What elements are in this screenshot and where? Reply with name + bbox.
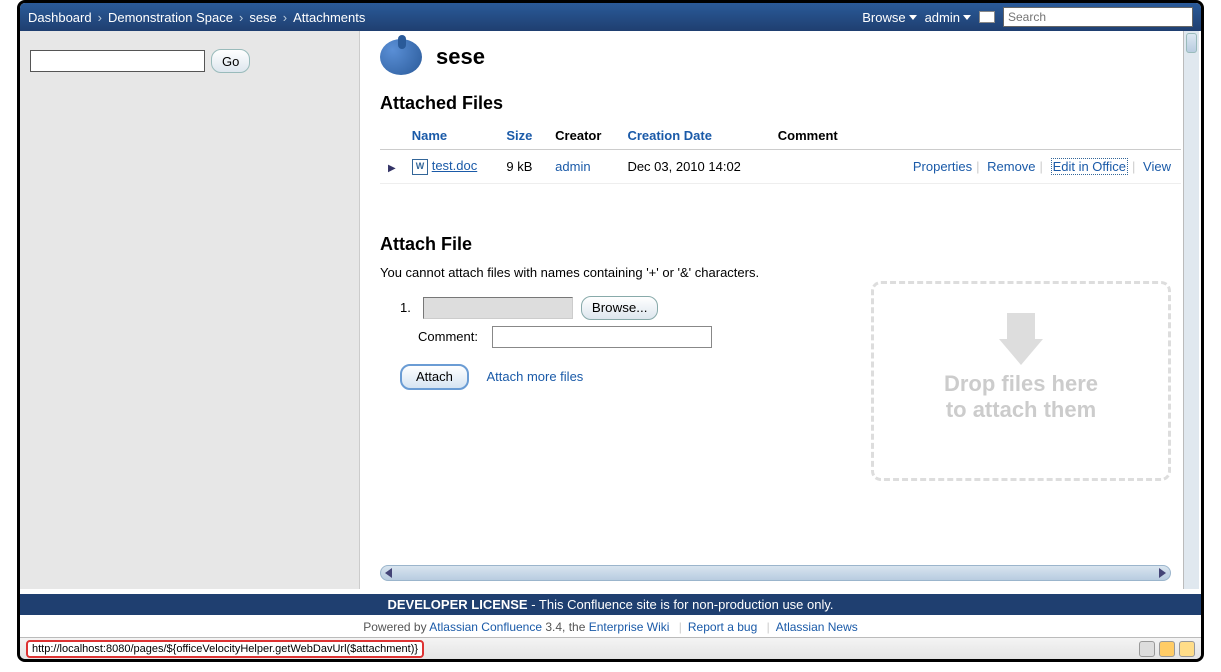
status-icon-3[interactable] bbox=[1179, 641, 1195, 657]
dropzone-text-1: Drop files here bbox=[944, 371, 1098, 397]
file-size: 9 kB bbox=[498, 150, 547, 184]
attach-warning: You cannot attach files with names conta… bbox=[380, 265, 1181, 280]
col-comment: Comment bbox=[770, 122, 858, 150]
expand-row-icon[interactable]: ▶ bbox=[388, 163, 396, 174]
go-button[interactable]: Go bbox=[211, 49, 250, 73]
file-date: Dec 03, 2010 14:02 bbox=[619, 150, 769, 184]
chevron-down-icon bbox=[963, 15, 971, 20]
view-link[interactable]: View bbox=[1143, 159, 1171, 174]
creator-link[interactable]: admin bbox=[555, 159, 590, 174]
sidebar: Go bbox=[20, 31, 360, 589]
breadcrumb-attachments[interactable]: Attachments bbox=[293, 10, 365, 25]
scroll-left-icon[interactable] bbox=[385, 568, 392, 578]
breadcrumb: Dashboard› Demonstration Space› sese› At… bbox=[28, 10, 862, 25]
col-name[interactable]: Name bbox=[404, 122, 499, 150]
col-creator: Creator bbox=[547, 122, 619, 150]
breadcrumb-space[interactable]: Demonstration Space bbox=[108, 10, 233, 25]
attach-file-heading: Attach File bbox=[380, 234, 1181, 255]
attached-files-heading: Attached Files bbox=[380, 93, 1181, 114]
global-search-input[interactable] bbox=[1003, 7, 1193, 27]
horizontal-scrollbar[interactable] bbox=[380, 565, 1171, 581]
breadcrumb-dashboard[interactable]: Dashboard bbox=[28, 10, 92, 25]
file-path-input[interactable] bbox=[423, 297, 573, 319]
browse-button[interactable]: Browse... bbox=[581, 296, 659, 320]
list-number: 1. bbox=[400, 300, 411, 315]
page-logo-icon bbox=[380, 39, 422, 75]
user-menu[interactable]: admin bbox=[925, 10, 971, 25]
download-arrow-icon bbox=[999, 339, 1043, 365]
chevron-down-icon bbox=[909, 15, 917, 20]
comment-input[interactable] bbox=[492, 326, 712, 348]
remove-link[interactable]: Remove bbox=[987, 159, 1035, 174]
comment-label: Comment: bbox=[418, 329, 484, 344]
status-url: http://localhost:8080/pages/${officeVelo… bbox=[26, 640, 424, 658]
file-dropzone[interactable]: Drop files here to attach them bbox=[871, 281, 1171, 481]
attach-more-link[interactable]: Attach more files bbox=[486, 369, 583, 384]
status-icon-2[interactable] bbox=[1159, 641, 1175, 657]
enterprise-wiki-link[interactable]: Enterprise Wiki bbox=[589, 620, 670, 634]
browser-statusbar: http://localhost:8080/pages/${officeVelo… bbox=[20, 637, 1201, 659]
status-icon-1[interactable] bbox=[1139, 641, 1155, 657]
app-switcher-icon[interactable] bbox=[979, 11, 995, 23]
page-title: sese bbox=[436, 44, 485, 70]
scroll-right-icon[interactable] bbox=[1159, 568, 1166, 578]
atlassian-news-link[interactable]: Atlassian News bbox=[776, 620, 858, 634]
main-content: sese Attached Files Name Size Creator Cr… bbox=[360, 31, 1201, 589]
properties-link[interactable]: Properties bbox=[913, 159, 972, 174]
word-doc-icon bbox=[412, 159, 428, 175]
vertical-scrollbar[interactable] bbox=[1183, 31, 1199, 589]
report-bug-link[interactable]: Report a bug bbox=[688, 620, 757, 634]
top-navbar: Dashboard› Demonstration Space› sese› At… bbox=[20, 3, 1201, 31]
footer-links: Powered by Atlassian Confluence 3.4, the… bbox=[20, 617, 1201, 637]
col-size[interactable]: Size bbox=[498, 122, 547, 150]
dropzone-text-2: to attach them bbox=[946, 397, 1096, 423]
file-link[interactable]: test.doc bbox=[432, 158, 478, 173]
confluence-link[interactable]: Atlassian Confluence bbox=[429, 620, 542, 634]
attachments-table: Name Size Creator Creation Date Comment … bbox=[380, 122, 1181, 184]
table-row: ▶ test.doc 9 kB admin Dec 03, 2010 14:02… bbox=[380, 150, 1181, 184]
license-banner: DEVELOPER LICENSE - This Confluence site… bbox=[20, 594, 1201, 615]
browse-menu[interactable]: Browse bbox=[862, 10, 916, 25]
scrollbar-thumb[interactable] bbox=[1186, 33, 1197, 53]
sidebar-search-input[interactable] bbox=[30, 50, 205, 72]
col-date[interactable]: Creation Date bbox=[619, 122, 769, 150]
file-comment bbox=[770, 150, 858, 184]
breadcrumb-page[interactable]: sese bbox=[249, 10, 276, 25]
attach-button[interactable]: Attach bbox=[400, 364, 469, 390]
edit-in-office-link[interactable]: Edit in Office bbox=[1051, 158, 1128, 175]
